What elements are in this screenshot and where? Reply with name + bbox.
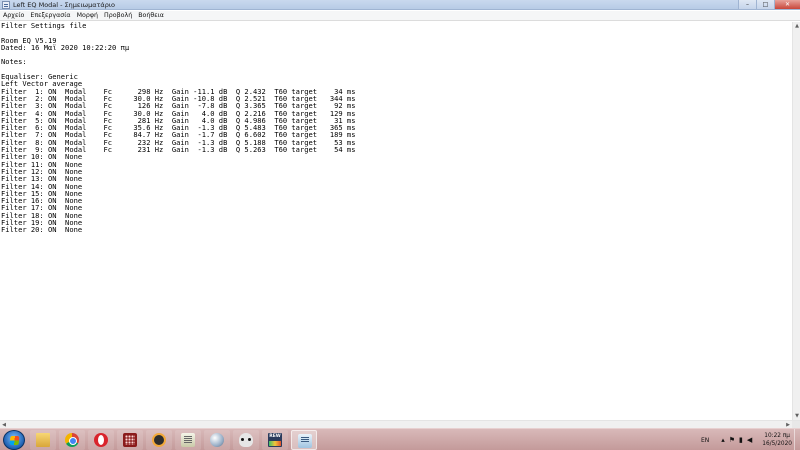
text-line [0,66,792,73]
system-tray: EN ▴ ⚑ ▮ ◀ 10:22 πμ 16/5/2020 [701,429,792,450]
minimize-button[interactable]: – [738,0,756,9]
network-icon[interactable]: ▮ [739,435,743,445]
text-line: Equaliser: Generic [1,72,78,82]
rew-icon: REW [268,433,282,447]
opera-icon [94,433,108,447]
tray-icons: ▴ ⚑ ▮ ◀ [721,435,752,445]
scroll-down-icon[interactable]: ▼ [793,412,800,420]
grid-app-icon [123,433,137,447]
clock[interactable]: 10:22 πμ 16/5/2020 [762,432,792,448]
text-line: Filter 18: ON None [1,210,83,220]
rew-label: REW [269,434,281,439]
clock-time: 10:22 πμ [764,433,790,439]
chevron-up-icon[interactable]: ▴ [721,435,725,445]
taskbar-sphere-app[interactable] [204,430,230,450]
taskbar-grid-app[interactable] [117,430,143,450]
taskbar: REW EN ▴ ⚑ ▮ ◀ 10:22 πμ 16/5/2020 [0,428,800,450]
maximize-button[interactable]: □ [756,0,774,9]
sphere-app-icon [210,433,224,447]
window-controls: – □ ✕ [738,0,800,10]
language-indicator[interactable]: EN [701,437,709,444]
text-line: Filter 19: ON None [1,218,83,228]
horizontal-scrollbar[interactable]: ◀ ▶ [0,420,800,429]
menu-bar: Αρχείο Επεξεργασία Μορφή Προβολή Βοήθεια [0,11,800,21]
text-line: Filter Settings file [1,22,87,30]
taskbar-folder[interactable] [30,430,56,450]
notepad-app-icon [181,433,195,447]
menu-help[interactable]: Βοήθεια [135,11,167,20]
folder-icon [36,433,50,447]
taskbar-opera[interactable] [88,430,114,450]
taskbar-apps: REW [30,430,317,450]
notepad-icon [2,1,10,9]
flag-icon[interactable]: ⚑ [729,435,735,445]
taskbar-notepad-app[interactable] [175,430,201,450]
text-line: Filter 14: ON None [1,181,83,191]
text-line: Filter 16: ON None [1,196,83,206]
show-desktop-button[interactable] [794,429,800,450]
menu-format[interactable]: Μορφή [74,11,101,20]
taskbar-alien-app[interactable] [233,430,259,450]
text-line: Notes: [1,57,27,67]
volume-icon[interactable]: ◀ [747,435,752,445]
text-line: Dated: 16 Μαϊ 2020 10:22:20 πμ [1,42,130,52]
alien-app-icon [239,433,253,447]
text-line: Filter 9: ON Modal Fc 231 Hz Gain -1.3 d… [1,145,356,155]
start-button[interactable] [3,430,25,450]
taskbar-notepad-active[interactable] [291,430,317,450]
text-line: Filter 17: ON None [1,203,83,213]
text-line: Filter 11: ON None [1,159,83,169]
taskbar-chrome[interactable] [59,430,85,450]
taskbar-owl-app[interactable] [146,430,172,450]
text-line [0,29,792,36]
scroll-up-icon[interactable]: ▲ [793,22,800,30]
owl-app-icon [152,433,166,447]
menu-edit[interactable]: Επεξεργασία [27,11,73,20]
text-line: Filter 15: ON None [1,188,83,198]
vertical-scrollbar[interactable]: ▲ ▼ [792,22,800,420]
title-bar[interactable]: Left EQ Modal - Σημειωματάριο – □ ✕ [0,0,800,10]
text-line: Filter 10: ON None [1,152,83,162]
menu-file[interactable]: Αρχείο [0,11,27,20]
text-line: Filter 12: ON None [1,166,83,176]
window-title: Left EQ Modal - Σημειωματάριο [13,1,116,9]
clock-date: 16/5/2020 [762,441,792,447]
close-button[interactable]: ✕ [774,0,800,9]
text-line: Filter 13: ON None [1,174,83,184]
text-line [0,51,792,58]
menu-view[interactable]: Προβολή [101,11,135,20]
chrome-icon [65,433,79,447]
text-editor-area[interactable]: Filter Settings file Room EQ V5.19 Dated: … [0,22,792,420]
taskbar-rew[interactable]: REW [262,430,288,450]
text-line: Filter 20: ON None [1,225,83,235]
notepad-active-icon [298,434,312,448]
